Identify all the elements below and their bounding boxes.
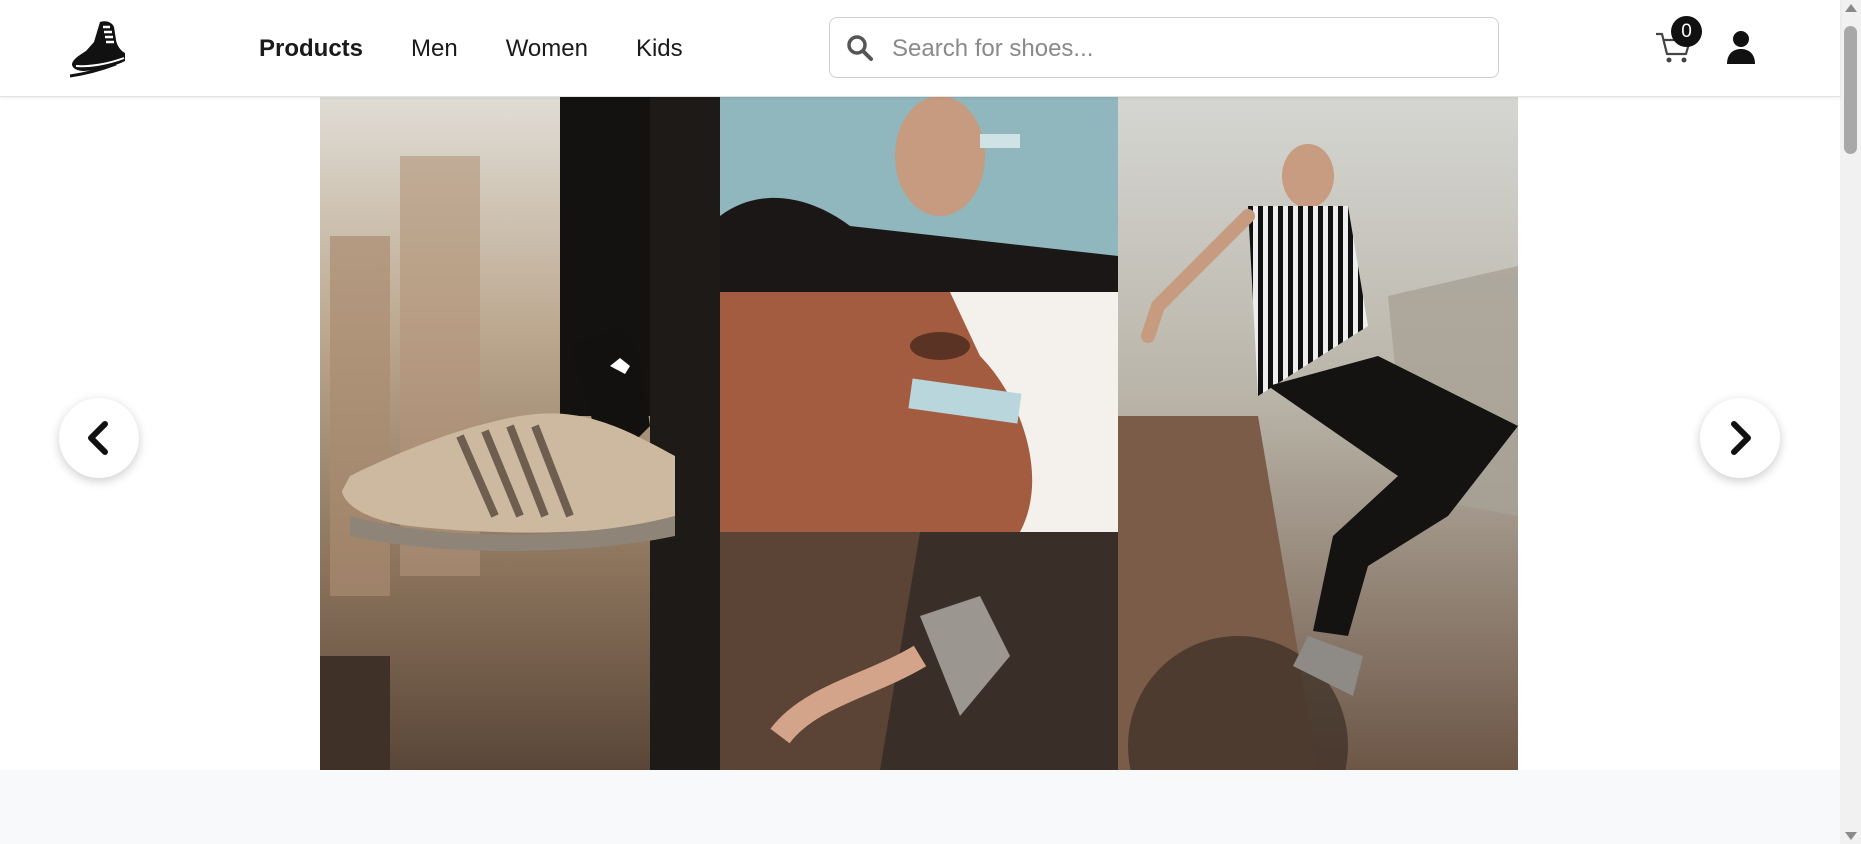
- running-shoe-logo-icon[interactable]: [70, 18, 126, 78]
- scroll-down-arrow-icon[interactable]: [1845, 832, 1857, 840]
- cart-count-badge: 0: [1671, 16, 1702, 47]
- scrollbar-thumb[interactable]: [1844, 26, 1857, 154]
- search-icon: [847, 35, 873, 61]
- content-section-start: [0, 770, 1840, 844]
- page: Products Men Women Kids 0: [0, 0, 1840, 844]
- hero-panel-closeups: [720, 96, 1118, 770]
- user-icon[interactable]: [1726, 30, 1756, 64]
- carousel-next-button[interactable]: [1700, 398, 1780, 478]
- carousel-prev-button[interactable]: [59, 398, 139, 478]
- nav-men[interactable]: Men: [411, 33, 458, 65]
- hero-carousel: [320, 96, 1518, 770]
- hero-panel-sneaker: [320, 96, 720, 770]
- closeup-photos: [720, 96, 1118, 770]
- hero-panel-athlete: [1118, 96, 1518, 770]
- chevron-left-icon: [88, 421, 108, 455]
- page-scrollbar[interactable]: [1840, 0, 1861, 844]
- sneaker-photo: [320, 96, 720, 770]
- athlete-photo: [1118, 96, 1518, 770]
- chevron-right-icon: [1731, 421, 1751, 455]
- main-nav: Products Men Women Kids: [259, 33, 731, 65]
- nav-products[interactable]: Products: [259, 33, 363, 65]
- search-box: [829, 17, 1499, 78]
- site-header: Products Men Women Kids 0: [0, 0, 1840, 97]
- nav-women[interactable]: Women: [506, 33, 588, 65]
- nav-kids[interactable]: Kids: [636, 33, 683, 65]
- scroll-up-arrow-icon[interactable]: [1845, 4, 1857, 12]
- search-input[interactable]: [890, 28, 1484, 70]
